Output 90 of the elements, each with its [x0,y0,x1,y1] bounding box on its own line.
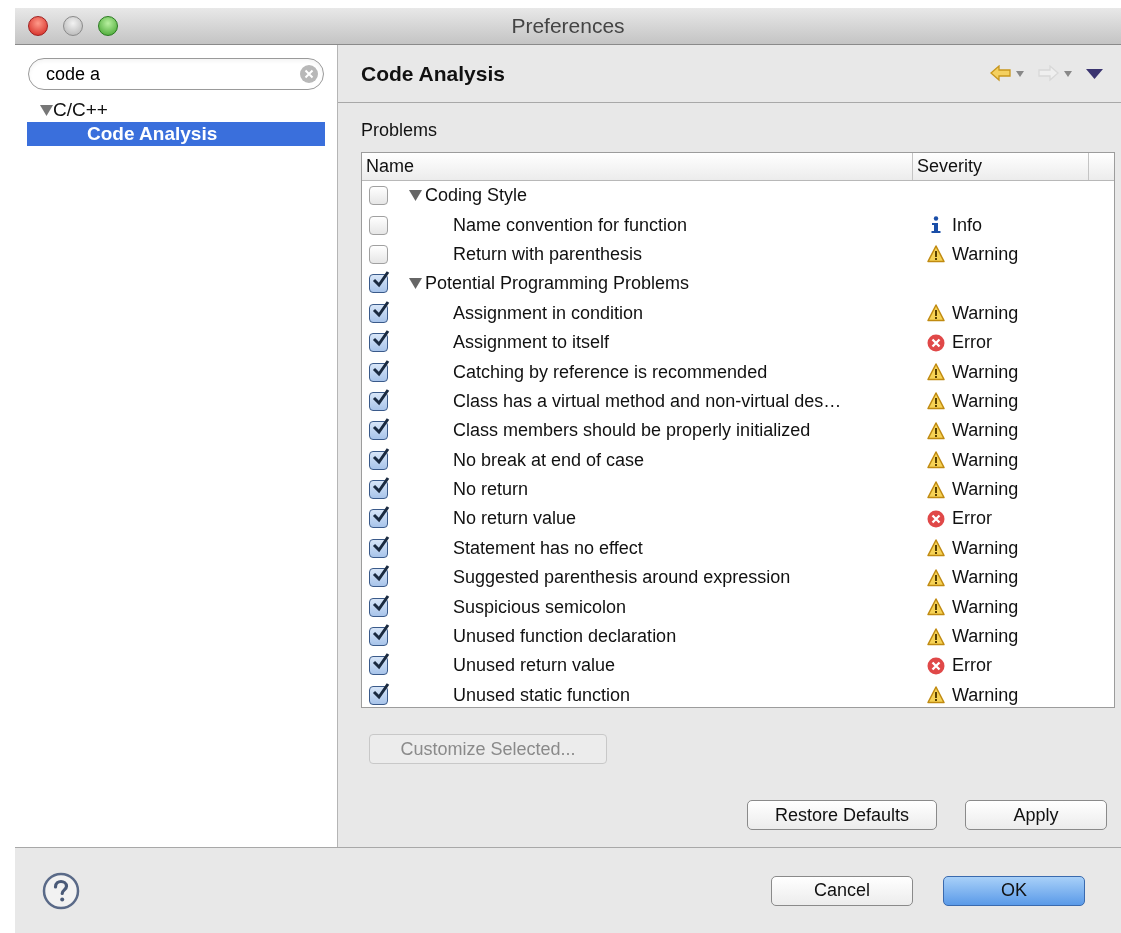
caret-icon[interactable] [1064,70,1072,77]
severity-label: Warning [952,566,1019,590]
problem-label: Class has a virtual method and non-virtual des… [453,389,842,413]
severity-label: Warning [952,360,1019,384]
severity-label: Warning [952,301,1019,325]
problem-label: Catching by reference is recommended [453,360,768,384]
warning-icon [927,363,945,382]
checkbox[interactable] [369,303,388,323]
restore-defaults-button[interactable]: Restore Defaults [747,800,937,830]
severity-label: Error [952,331,992,355]
apply-button[interactable]: Apply [965,800,1107,830]
severity-label: Error [952,507,992,531]
problem-label: No return [453,478,529,502]
problem-label: Name convention for function [453,213,688,237]
problem-label: Suggested parenthesis around expression [453,566,791,590]
ok-button[interactable]: OK [943,875,1085,906]
checkbox[interactable] [369,391,388,411]
checkbox[interactable] [369,538,388,558]
warning-icon [927,568,945,587]
checkbox[interactable] [369,568,388,588]
problem-label: Suspicious semicolon [453,595,627,619]
checkbox[interactable] [369,421,388,441]
tree-item[interactable]: C/C++ [27,98,325,122]
group-label: Potential Programming Problems [425,272,690,296]
column-header[interactable]: Severity [913,153,1089,180]
checkbox[interactable] [369,480,388,500]
checkbox[interactable] [369,215,388,235]
info-icon [930,216,942,235]
severity-label: Warning [952,625,1019,649]
warning-icon [927,245,945,264]
severity-label: Warning [952,595,1019,619]
close-button[interactable] [28,16,48,36]
warning-icon [927,598,945,617]
checkbox[interactable] [369,362,388,382]
checkbox[interactable] [369,509,388,529]
severity-label: Error [952,654,992,678]
problem-label: Assignment in condition [453,301,644,325]
checkbox[interactable] [369,274,388,294]
page-title: Code Analysis [361,60,506,87]
severity-label: Warning [952,536,1019,560]
checkbox[interactable] [369,627,388,647]
search-field[interactable]: code a [28,58,324,90]
expander-icon[interactable] [409,277,422,291]
warning-icon [927,627,945,646]
tree-item[interactable]: Code Analysis [27,122,325,146]
severity-label: Warning [952,389,1019,413]
warning-icon [927,304,945,323]
problem-label: Assignment to itself [453,331,610,355]
warning-icon [927,480,945,499]
menu-icon[interactable] [1086,68,1103,79]
section-label: Problems [361,119,438,142]
checkbox[interactable] [369,450,388,470]
warning-icon [927,539,945,558]
problem-label: No return value [453,507,577,531]
severity-label: Warning [952,448,1019,472]
cancel-button[interactable]: Cancel [771,875,913,906]
warning-icon [927,451,945,470]
severity-label: Warning [952,242,1019,266]
error-icon [927,656,945,675]
checkbox[interactable] [369,656,388,676]
problem-label: Unused return value [453,654,616,678]
checkbox[interactable] [369,685,388,705]
severity-label: Warning [952,419,1019,443]
problem-label: No break at end of case [453,448,645,472]
zoom-button[interactable] [98,16,118,36]
caret-icon[interactable] [1016,70,1024,77]
warning-icon [927,421,945,440]
checkbox[interactable] [369,597,388,617]
checkbox[interactable] [369,333,388,353]
minimize-button[interactable] [63,16,83,36]
group-label: Coding Style [425,184,528,208]
warning-icon [927,392,945,411]
severity-label: Warning [952,478,1019,502]
warning-icon [927,686,945,705]
expander-icon[interactable] [40,103,53,117]
problem-label: Unused function declaration [453,625,677,649]
problem-label: Unused static function [453,683,631,707]
problem-label: Class members should be properly initialized [453,419,811,443]
expander-icon[interactable] [409,189,422,203]
checkbox[interactable] [369,186,388,206]
problem-label: Statement has no effect [453,536,643,560]
window-title: Preferences [511,13,625,40]
error-icon [927,510,945,528]
checkbox[interactable] [369,244,388,264]
column-header[interactable]: Name [362,153,913,180]
help-icon[interactable] [42,871,80,910]
severity-label: Info [952,213,983,237]
severity-label: Warning [952,683,1019,707]
error-icon [927,333,945,352]
problem-label: Return with parenthesis [453,242,643,266]
